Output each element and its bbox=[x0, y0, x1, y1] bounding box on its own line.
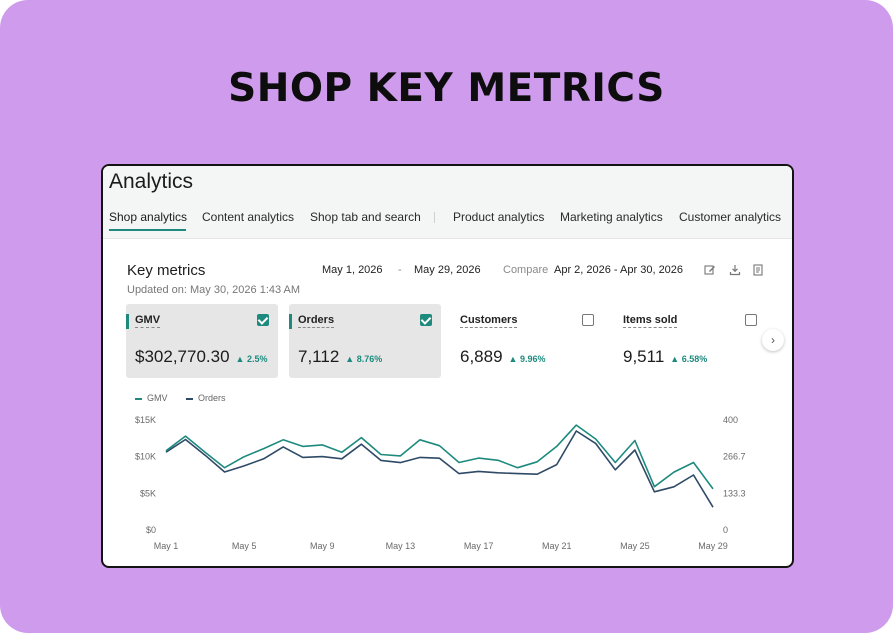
x-tick-label: May 25 bbox=[620, 541, 650, 551]
y-right-tick-label: 400 bbox=[723, 415, 738, 425]
y-left-tick-label: $0 bbox=[146, 525, 156, 535]
x-tick-label: May 9 bbox=[310, 541, 335, 551]
x-tick-label: May 17 bbox=[464, 541, 494, 551]
y-left-tick-label: $10K bbox=[135, 452, 156, 462]
key-metrics-chart: $0 $5K $10K $15K 0 133.3 266.7 400 May 1 May 5 May… bbox=[135, 415, 746, 551]
analytics-window: Analytics Shop analytics Content analyti… bbox=[101, 164, 794, 568]
y-right-tick-label: 133.3 bbox=[723, 488, 746, 498]
y-left-tick-label: $15K bbox=[135, 415, 156, 425]
page-headline: SHOP KEY METRICS bbox=[228, 66, 665, 111]
y-right-tick-label: 266.7 bbox=[723, 452, 746, 462]
series-line-gmv bbox=[165, 424, 714, 490]
series-line-orders bbox=[165, 430, 714, 508]
y-right-tick-label: 0 bbox=[723, 525, 728, 535]
x-tick-label: May 29 bbox=[698, 541, 728, 551]
x-tick-label: May 21 bbox=[542, 541, 572, 551]
x-tick-label: May 1 bbox=[154, 541, 179, 551]
x-tick-label: May 13 bbox=[386, 541, 416, 551]
y-left-tick-label: $5K bbox=[140, 488, 156, 498]
x-tick-label: May 5 bbox=[232, 541, 257, 551]
